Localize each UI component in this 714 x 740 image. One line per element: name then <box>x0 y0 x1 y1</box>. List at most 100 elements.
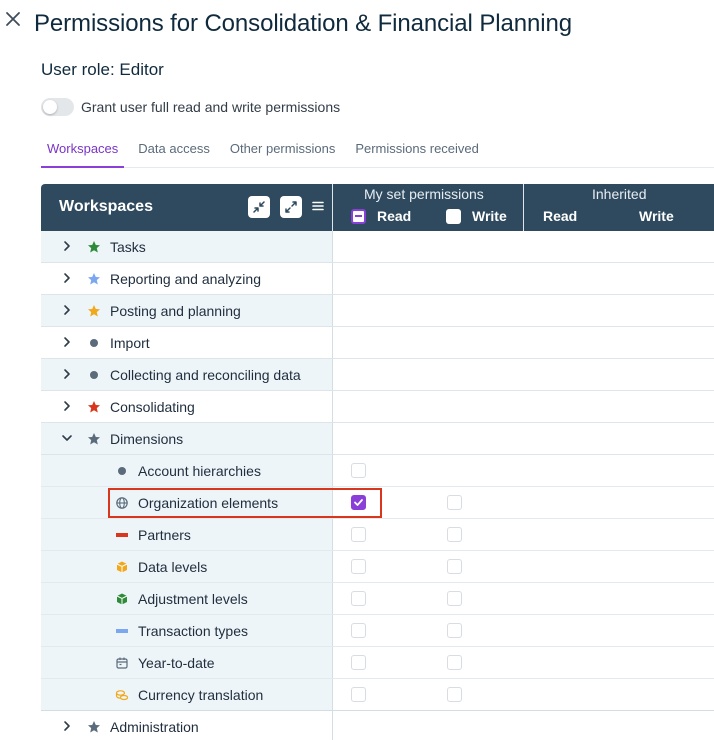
collapse-all-button[interactable] <box>248 196 270 218</box>
tab-permissions-received[interactable]: Permissions received <box>349 134 485 167</box>
dimension-row[interactable]: Currency translation <box>41 679 714 711</box>
star-icon <box>87 400 101 414</box>
tree-node-label: Year-to-date <box>138 655 215 671</box>
tree-node-label: Collecting and reconciling data <box>110 367 301 383</box>
read-checkbox[interactable] <box>351 463 366 478</box>
dimension-row[interactable]: Data levels <box>41 551 714 583</box>
dimension-cell: Currency translation <box>41 679 333 710</box>
expand-icon <box>285 201 297 213</box>
chevron-right-icon[interactable] <box>60 719 74 733</box>
read-checkbox[interactable] <box>351 527 366 542</box>
header-read-checkbox[interactable] <box>351 209 366 224</box>
tab-workspaces[interactable]: Workspaces <box>41 134 125 168</box>
tree-node-label: Reporting and analyzing <box>110 271 261 287</box>
read-checkbox[interactable] <box>351 495 366 510</box>
dimension-row[interactable]: Partners <box>41 519 714 551</box>
header-read-label: Read <box>377 208 412 224</box>
write-checkbox[interactable] <box>447 559 462 574</box>
workspace-cell: Dimensions <box>41 423 333 454</box>
collapse-icon <box>253 201 265 213</box>
write-checkbox[interactable] <box>447 655 462 670</box>
workspace-cell: Import <box>41 327 333 358</box>
workspace-cell: Administration <box>41 711 333 740</box>
tab-data-access[interactable]: Data access <box>132 134 216 167</box>
dimension-row[interactable]: Organization elements <box>41 487 714 519</box>
chevron-right-icon[interactable] <box>60 335 74 349</box>
read-checkbox[interactable] <box>351 623 366 638</box>
workspace-cell: Reporting and analyzing <box>41 263 333 294</box>
chevron-right-icon[interactable] <box>60 303 74 317</box>
star-icon <box>87 432 101 446</box>
tab-other-permissions[interactable]: Other permissions <box>224 134 341 167</box>
inherited-read-label: Read <box>543 208 578 224</box>
workspace-row[interactable]: Dimensions <box>41 423 714 455</box>
chevron-down-icon[interactable] <box>60 431 74 445</box>
user-role-text: User role: Editor <box>41 60 164 79</box>
chevron-right-icon[interactable] <box>60 399 74 413</box>
chevron-right-icon[interactable] <box>60 239 74 253</box>
read-checkbox[interactable] <box>351 591 366 606</box>
globe-icon <box>115 496 129 510</box>
chevron-right-icon[interactable] <box>60 271 74 285</box>
tree-node-label: Administration <box>110 719 199 735</box>
dimension-cell: Data levels <box>41 551 333 582</box>
workspace-row[interactable]: Import <box>41 327 714 359</box>
chevron-right-icon[interactable] <box>60 367 74 381</box>
tree-node-label: Posting and planning <box>110 303 241 319</box>
read-checkbox[interactable] <box>351 559 366 574</box>
coins-icon <box>115 688 129 702</box>
workspace-cell: Posting and planning <box>41 295 333 326</box>
dimension-row[interactable]: Year-to-date <box>41 647 714 679</box>
workspace-cell: Consolidating <box>41 391 333 422</box>
workspace-row[interactable]: Consolidating <box>41 391 714 423</box>
dimension-cell: Adjustment levels <box>41 583 333 614</box>
star-icon <box>87 240 101 254</box>
workspace-row[interactable]: Posting and planning <box>41 295 714 327</box>
workspace-row[interactable]: Tasks <box>41 231 714 263</box>
tree-node-label: Adjustment levels <box>138 591 248 607</box>
workspace-row[interactable]: Reporting and analyzing <box>41 263 714 295</box>
dot-icon <box>87 336 101 350</box>
tree-node-label: Organization elements <box>138 495 279 511</box>
tree-node-label: Consolidating <box>110 399 195 415</box>
tree-node-label: Import <box>110 335 150 351</box>
dimension-cell: Year-to-date <box>41 647 333 678</box>
star-icon <box>87 272 101 286</box>
star-icon <box>87 304 101 318</box>
cube-icon <box>115 592 129 606</box>
full-permissions-toggle[interactable] <box>41 98 74 116</box>
write-checkbox[interactable] <box>447 527 462 542</box>
tree-node-label: Partners <box>138 527 191 543</box>
header-write-checkbox[interactable] <box>446 209 461 224</box>
workspace-row[interactable]: Administration <box>41 711 714 740</box>
write-checkbox[interactable] <box>447 623 462 638</box>
workspace-row[interactable]: Collecting and reconciling data <box>41 359 714 391</box>
tree-node-label: Transaction types <box>138 623 248 639</box>
write-checkbox[interactable] <box>447 687 462 702</box>
read-checkbox[interactable] <box>351 687 366 702</box>
star-icon <box>87 720 101 734</box>
read-checkbox[interactable] <box>351 655 366 670</box>
full-permissions-toggle-row: Grant user full read and write permissio… <box>41 97 340 117</box>
full-permissions-label: Grant user full read and write permissio… <box>81 99 341 115</box>
header-divider <box>523 184 524 231</box>
write-checkbox[interactable] <box>447 495 462 510</box>
tree-node-label: Data levels <box>138 559 208 575</box>
inherited-write-label: Write <box>639 208 674 224</box>
expand-all-button[interactable] <box>280 196 302 218</box>
dot-icon <box>87 368 101 382</box>
bar-icon <box>115 624 129 638</box>
calendar-icon <box>115 656 129 670</box>
dimension-cell: Organization elements <box>41 487 333 518</box>
dimension-row[interactable]: Account hierarchies <box>41 455 714 487</box>
page-title: Permissions for Consolidation & Financia… <box>34 10 572 37</box>
grid-menu-icon[interactable] <box>311 199 325 213</box>
close-icon[interactable] <box>4 10 24 30</box>
toggle-knob <box>43 100 57 114</box>
dimension-row[interactable]: Adjustment levels <box>41 583 714 615</box>
cube-icon <box>115 560 129 574</box>
dimension-row[interactable]: Transaction types <box>41 615 714 647</box>
grid-header-title: Workspaces <box>59 198 153 215</box>
tree-node-label: Tasks <box>110 239 146 255</box>
write-checkbox[interactable] <box>447 591 462 606</box>
